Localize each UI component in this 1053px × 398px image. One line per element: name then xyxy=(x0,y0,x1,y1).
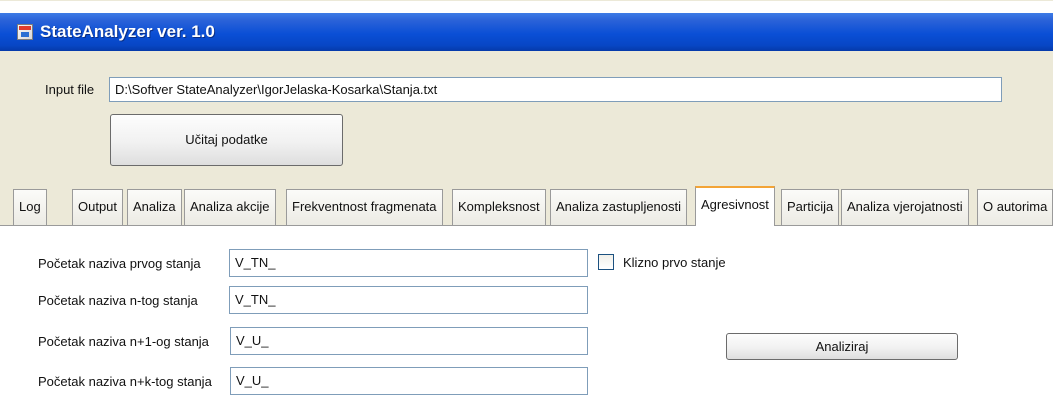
tab-strip: Log Output Analiza Analiza akcije Frekve… xyxy=(0,186,1053,226)
nk-state-label: Početak naziva n+k-tog stanja xyxy=(38,374,212,389)
analyze-button-label: Analiziraj xyxy=(815,339,869,354)
app-window: StateAnalyzer ver. 1.0 Input file D:\Sof… xyxy=(0,0,1053,398)
sliding-first-state-label: Klizno prvo stanje xyxy=(623,255,726,270)
tab-particija[interactable]: Particija xyxy=(781,189,840,225)
nth-state-input[interactable]: V_TN_ xyxy=(229,286,588,314)
tab-o-autorima[interactable]: O autorima xyxy=(977,189,1053,225)
first-state-label: Početak naziva prvog stanja xyxy=(38,256,201,271)
nk-state-input[interactable]: V_U_ xyxy=(230,367,588,395)
tab-analiza-zastupljenosti[interactable]: Analiza zastupljenosti xyxy=(550,189,688,225)
tab-output[interactable]: Output xyxy=(72,189,124,225)
agresivnost-panel: Početak naziva prvog stanja V_TN_ Klizno… xyxy=(0,225,1053,398)
desktop-strip xyxy=(0,1,1053,13)
tab-analiza[interactable]: Analiza xyxy=(127,189,182,225)
app-icon[interactable] xyxy=(17,24,33,40)
sliding-first-state-checkbox[interactable] xyxy=(598,254,614,270)
analyze-button[interactable]: Analiziraj xyxy=(726,333,958,360)
input-file-label: Input file xyxy=(45,82,95,97)
n1-state-label: Početak naziva n+1-og stanja xyxy=(38,334,209,349)
load-data-button-label: Učitaj podatke xyxy=(185,132,268,147)
input-file-field[interactable]: D:\Softver StateAnalyzer\IgorJelaska-Kos… xyxy=(109,77,1002,102)
tab-frekventnost-fragmenata[interactable]: Frekventnost fragmenata xyxy=(286,189,443,225)
first-state-input[interactable]: V_TN_ xyxy=(229,249,588,277)
tab-log[interactable]: Log xyxy=(13,189,47,225)
n1-state-input[interactable]: V_U_ xyxy=(230,327,588,355)
title-bar[interactable]: StateAnalyzer ver. 1.0 xyxy=(0,1,1053,51)
nth-state-label: Početak naziva n-tog stanja xyxy=(38,293,198,308)
tab-kompleksnost[interactable]: Kompleksnost xyxy=(452,189,546,225)
load-data-button[interactable]: Učitaj podatke xyxy=(110,114,343,166)
tab-agresivnost[interactable]: Agresivnost xyxy=(695,186,775,226)
tab-analiza-vjerojatnosti[interactable]: Analiza vjerojatnosti xyxy=(841,189,969,225)
window-title: StateAnalyzer ver. 1.0 xyxy=(40,22,215,41)
tab-analiza-akcije[interactable]: Analiza akcije xyxy=(184,189,276,225)
